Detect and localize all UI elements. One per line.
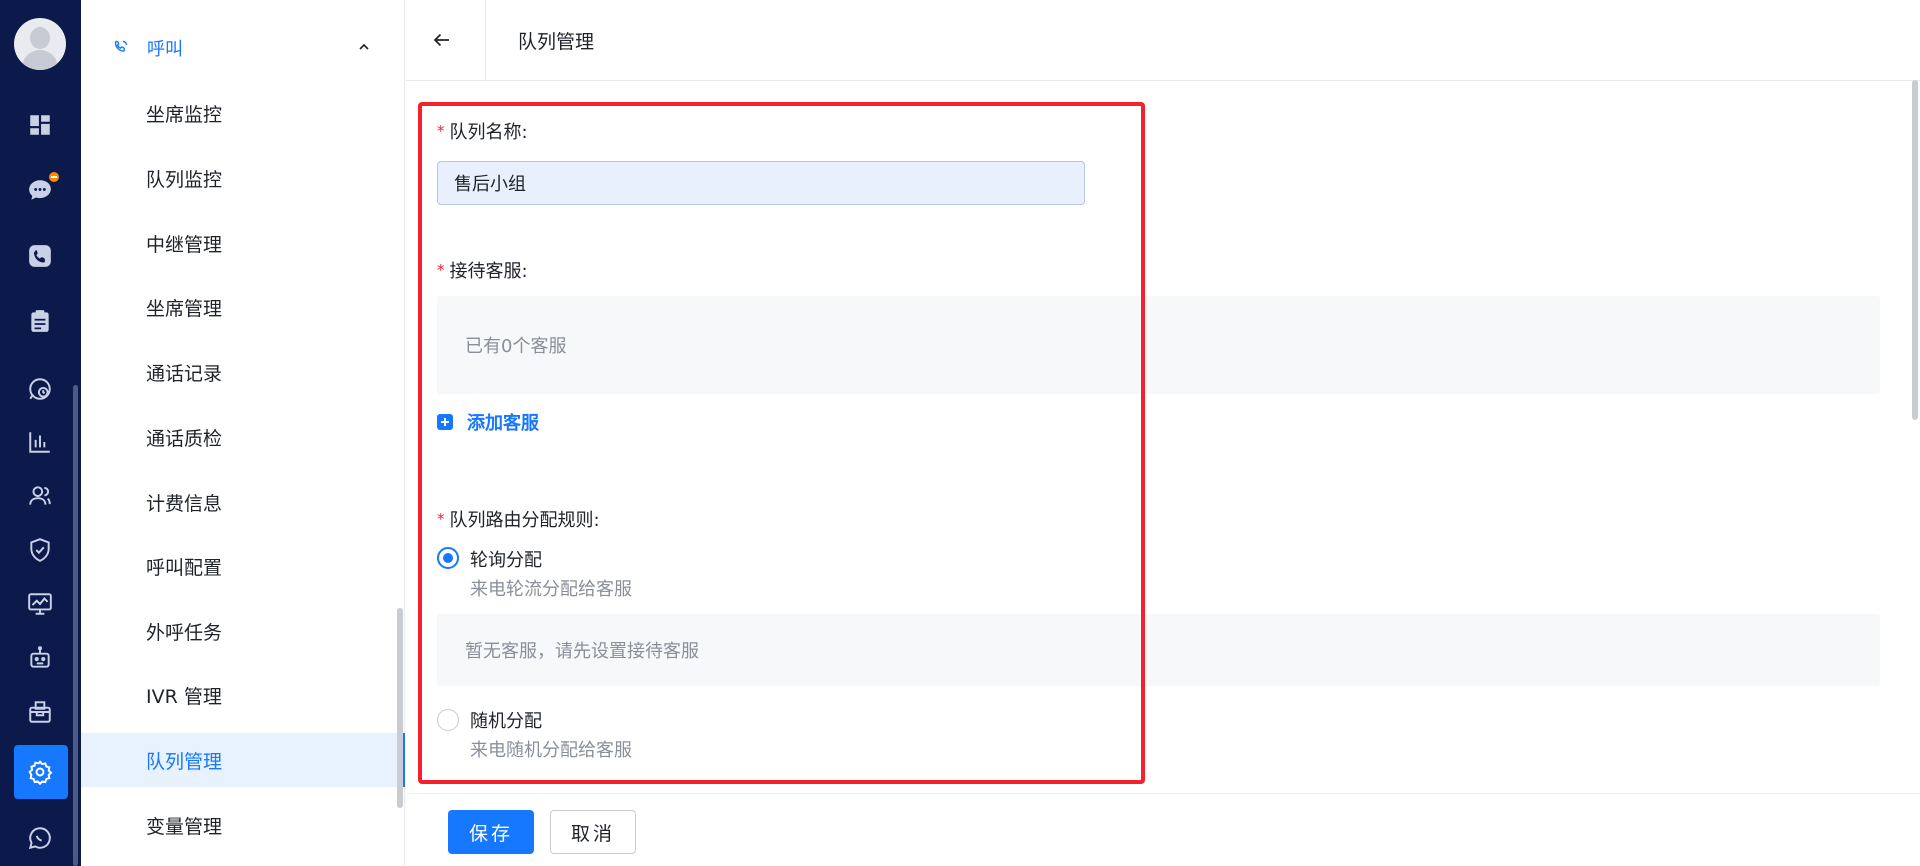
menu-item-outbound-tasks[interactable]: 外呼任务 — [81, 604, 405, 658]
mail-box-icon[interactable] — [24, 696, 56, 728]
main-scrollbar[interactable] — [1912, 80, 1918, 420]
menu-item-call-quality[interactable]: 通话质检 — [81, 410, 405, 464]
dashboard-icon[interactable] — [24, 109, 56, 141]
menu-item-ivr-management[interactable]: IVR 管理 — [81, 668, 405, 722]
header-divider — [485, 0, 486, 81]
menu-item-billing[interactable]: 计费信息 — [81, 475, 405, 529]
menu-item-agent-monitor[interactable]: 坐席监控 — [81, 86, 405, 140]
menu-group-call[interactable]: 呼叫 — [81, 22, 405, 72]
menu-item-call-config[interactable]: 呼叫配置 — [81, 539, 405, 593]
menu-item-queue-management[interactable]: 队列管理 — [81, 733, 405, 787]
clipboard-icon[interactable] — [24, 305, 56, 337]
monitor-chart-icon[interactable] — [24, 588, 56, 620]
back-arrow-icon[interactable] — [432, 30, 452, 50]
chevron-up-icon[interactable] — [357, 40, 371, 54]
page-header: 队列管理 — [406, 0, 1920, 81]
menu-item-variable-management[interactable]: 变量管理 — [81, 798, 405, 852]
robot-icon[interactable] — [24, 642, 56, 674]
page-title: 队列管理 — [518, 31, 595, 53]
phone-call-icon — [114, 40, 128, 52]
side-menu: 呼叫 坐席监控 队列监控 中继管理 坐席管理 通话记录 通话质检 计费信息 呼叫… — [81, 0, 405, 866]
queue-form: * 队列名称: 售后小组 * 接待客服: 已有0个客服 添加客服 * 队列路由分… — [406, 82, 1920, 792]
menu-item-queue-monitor[interactable]: 队列监控 — [81, 151, 405, 205]
form-footer: 保存 取消 — [406, 793, 1920, 866]
icon-rail — [0, 0, 81, 866]
notification-badge — [47, 170, 61, 184]
avatar[interactable] — [14, 18, 66, 70]
menu-scrollbar[interactable] — [397, 608, 403, 808]
phone-icon[interactable] — [24, 240, 56, 272]
cancel-button[interactable]: 取消 — [550, 810, 636, 854]
gear-icon[interactable] — [24, 756, 56, 788]
highlight-box — [418, 102, 1145, 784]
shield-check-icon[interactable] — [24, 534, 56, 566]
menu-item-trunk-management[interactable]: 中继管理 — [81, 216, 405, 270]
menu-group-label: 呼叫 — [147, 39, 183, 60]
rail-scrollbar[interactable] — [73, 385, 78, 866]
bar-chart-icon[interactable] — [24, 426, 56, 458]
menu-item-call-records[interactable]: 通话记录 — [81, 345, 405, 399]
users-icon[interactable] — [24, 480, 56, 512]
history-chat-icon[interactable] — [24, 373, 56, 405]
message-circle-icon[interactable] — [24, 822, 56, 854]
main-content: 队列管理 * 队列名称: 售后小组 * 接待客服: 已有0个客服 添加客服 * … — [406, 0, 1920, 866]
menu-item-agent-management[interactable]: 坐席管理 — [81, 280, 405, 334]
save-button[interactable]: 保存 — [448, 810, 534, 854]
